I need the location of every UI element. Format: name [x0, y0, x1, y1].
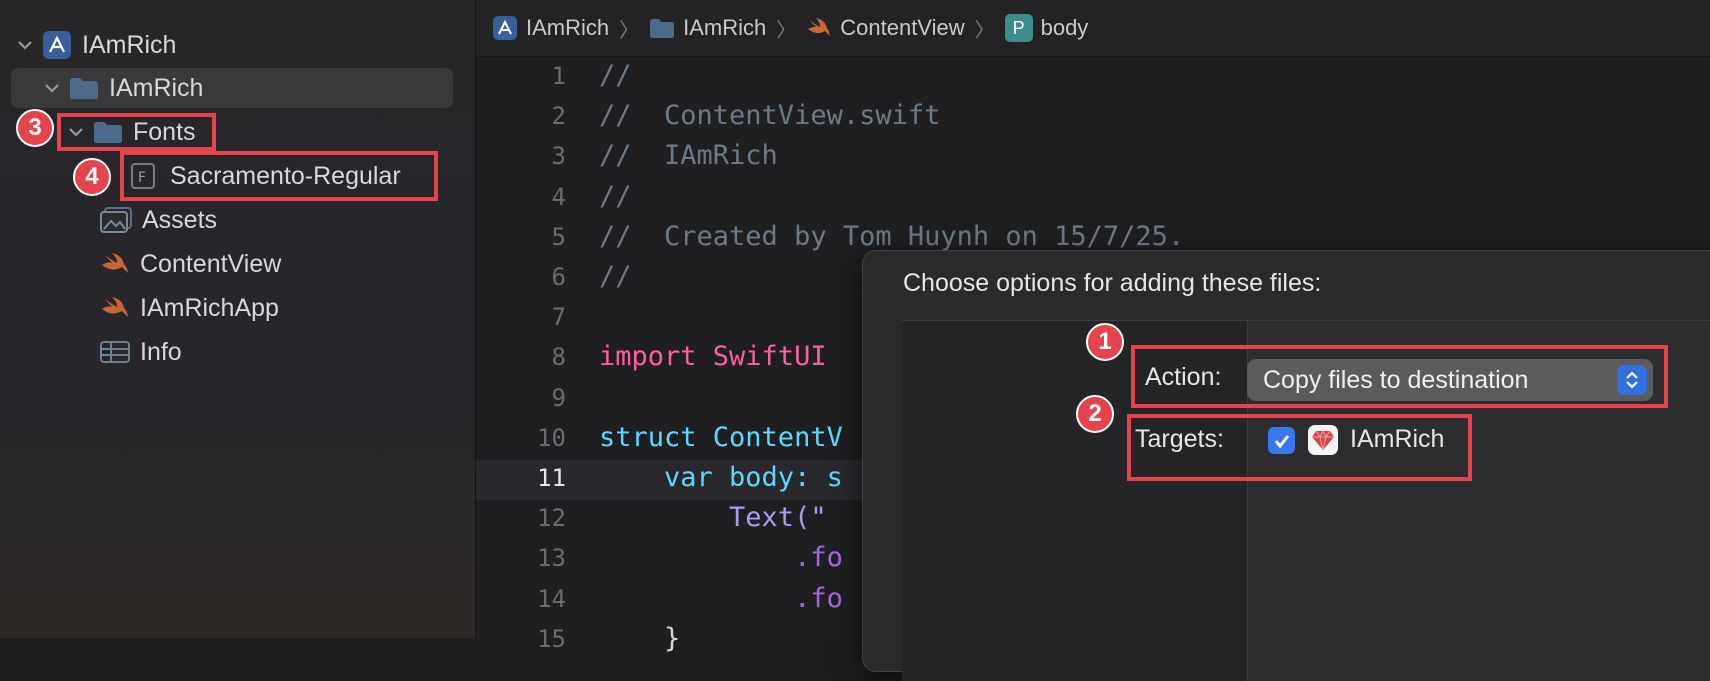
line-number: 12	[537, 504, 566, 533]
sidebar-item-label: Assets	[142, 205, 218, 234]
breadcrumb-file[interactable]: ContentView	[806, 15, 965, 41]
step-badge-3: 3	[16, 109, 54, 147]
folder-icon	[649, 17, 675, 39]
asset-catalog-icon	[100, 207, 132, 233]
code-line: // ContentView.swift	[599, 100, 941, 132]
breadcrumb-separator: 〉	[776, 19, 797, 42]
xcode-project-icon	[42, 30, 72, 60]
breadcrumb-separator: 〉	[974, 19, 995, 42]
line-number: 10	[537, 423, 566, 452]
line-number: 8	[551, 343, 566, 372]
breadcrumb-label: IAmRich	[683, 15, 767, 40]
swift-file-icon	[806, 17, 832, 39]
code-line: .fo	[599, 582, 843, 614]
swift-file-icon	[100, 251, 130, 277]
code-line: var body: s	[599, 462, 843, 493]
highlight-box-targets	[1127, 414, 1472, 481]
line-number: 1	[551, 62, 566, 90]
line-number: 6	[551, 263, 566, 291]
code-line: }	[599, 622, 681, 654]
line-number: 3	[551, 142, 566, 171]
highlight-box-font-file	[120, 151, 438, 201]
breadcrumb-separator: 〉	[619, 19, 640, 42]
dialog-title: Choose options for adding these files:	[903, 269, 1322, 297]
line-number: 14	[537, 584, 566, 613]
chevron-down-icon[interactable]	[43, 79, 61, 97]
sidebar-item-label: IAmRichApp	[140, 293, 279, 322]
highlight-box-action	[1131, 345, 1668, 408]
code-line: import SwiftUI	[599, 341, 827, 373]
breadcrumb-label: body	[1040, 15, 1089, 40]
breadcrumb-label: IAmRich	[526, 15, 610, 40]
step-badge-4: 4	[73, 158, 111, 196]
group-name: IAmRich	[109, 73, 204, 102]
line-number: 4	[551, 182, 566, 211]
sidebar-item-contentview[interactable]: ContentView	[100, 244, 281, 284]
code-line: // IAmRich	[599, 140, 778, 172]
project-navigator: IAmRich IAmRich Fonts F Sacramento-Regul…	[0, 0, 476, 638]
line-number: 5	[551, 222, 566, 251]
code-line: //	[599, 180, 632, 212]
line-number: 15	[537, 624, 566, 653]
sidebar-item-info[interactable]: Info	[100, 332, 182, 372]
line-number: 13	[537, 544, 566, 573]
sidebar-item-assets[interactable]: Assets	[100, 200, 217, 240]
chevron-down-icon[interactable]	[16, 36, 34, 54]
highlight-box-fonts	[57, 113, 216, 151]
project-row[interactable]: IAmRich	[16, 25, 176, 65]
step-badge-1: 1	[1086, 323, 1124, 361]
group-row-iamrich[interactable]: IAmRich	[11, 68, 453, 108]
line-number: 11	[537, 464, 566, 492]
code-line: //	[599, 261, 632, 292]
folder-icon	[69, 76, 99, 100]
swift-file-icon	[100, 295, 130, 321]
step-badge-2: 2	[1076, 395, 1114, 433]
code-line: // Created by Tom Huynh on 15/7/25.	[599, 220, 1185, 252]
sidebar-item-iamrichapp[interactable]: IAmRichApp	[100, 288, 279, 328]
project-name: IAmRich	[82, 30, 177, 59]
code-line: struct ContentV	[599, 421, 843, 453]
xcode-project-icon	[492, 15, 518, 41]
breadcrumb: IAmRich 〉 IAmRich 〉 ContentView 〉 P body	[476, 0, 1710, 57]
breadcrumb-group[interactable]: IAmRich	[649, 15, 766, 41]
breadcrumb-label: ContentView	[840, 15, 965, 40]
sidebar-item-label: Info	[140, 337, 182, 366]
line-number: 2	[551, 102, 566, 131]
code-line: //	[599, 60, 632, 91]
code-line: .fo	[599, 542, 843, 574]
line-number: 7	[551, 303, 566, 332]
line-number: 9	[551, 383, 566, 412]
breadcrumb-project[interactable]: IAmRich	[492, 15, 609, 41]
plist-table-icon	[100, 340, 130, 364]
sidebar-item-label: ContentView	[140, 249, 282, 278]
code-line: Text("	[599, 502, 827, 534]
breadcrumb-symbol[interactable]: P body	[1004, 14, 1089, 42]
property-icon: P	[1004, 14, 1033, 42]
